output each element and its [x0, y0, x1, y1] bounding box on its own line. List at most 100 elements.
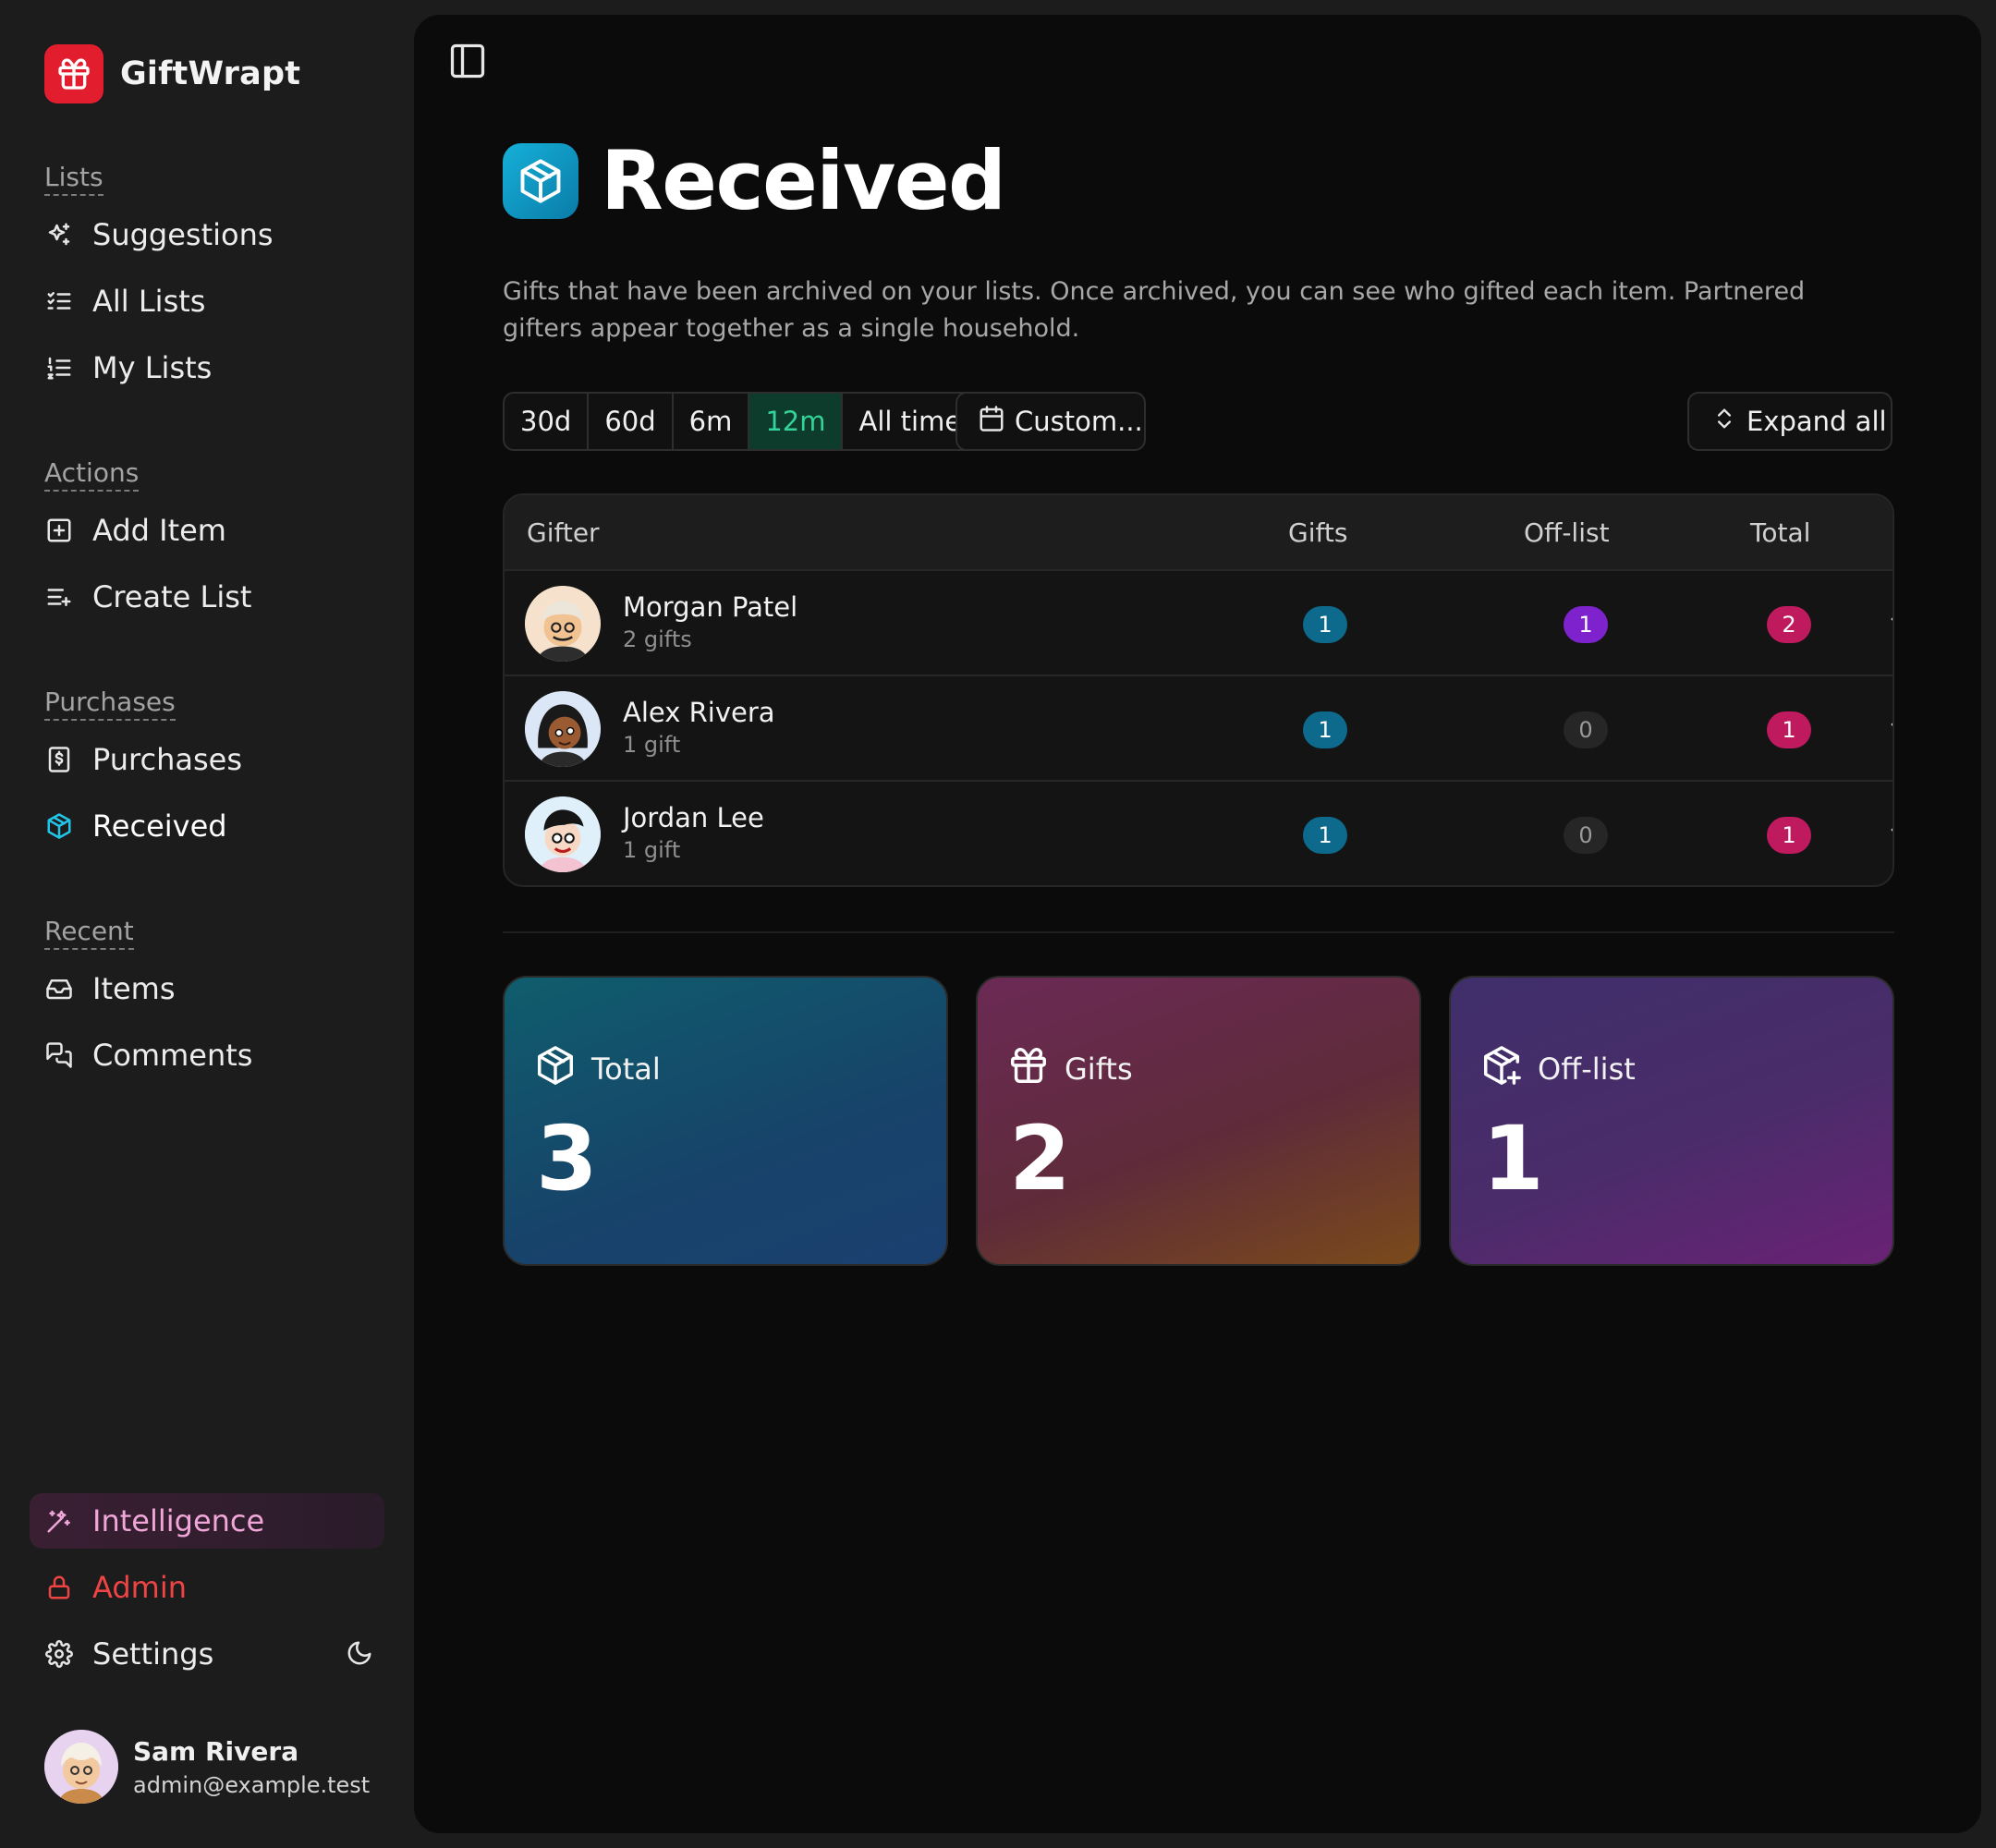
range-60d-button[interactable]: 60d — [589, 394, 674, 449]
section-label-lists: Lists — [44, 163, 103, 196]
avatar — [525, 691, 601, 767]
sidebar-item-add-item[interactable]: Add Item — [30, 503, 384, 558]
stat-value: 3 — [536, 1107, 598, 1210]
expand-all-button[interactable]: Expand all — [1687, 392, 1893, 451]
stat-value: 1 — [1482, 1107, 1544, 1210]
column-header-offlist: Off-list — [1524, 517, 1610, 548]
avatar — [44, 1730, 118, 1804]
sidebar: GiftWrapt Lists Suggestions All Lists My… — [0, 0, 414, 1848]
gift-logo-icon — [44, 44, 103, 103]
offlist-badge: 0 — [1564, 711, 1608, 748]
sidebar-item-all-lists[interactable]: All Lists — [30, 274, 384, 329]
offlist-badge: 1 — [1564, 606, 1608, 643]
table-row[interactable]: Alex Rivera 1 gift 1 0 1 — [505, 676, 1893, 782]
expand-all-label: Expand all — [1746, 406, 1887, 437]
package-open-icon — [503, 142, 578, 219]
user-email: admin@example.test — [133, 1771, 371, 1798]
sidebar-item-label: Received — [92, 808, 227, 844]
chevron-down-icon[interactable] — [1885, 608, 1893, 638]
table-row[interactable]: Morgan Patel 2 gifts 1 1 2 — [505, 571, 1893, 676]
receipt-icon — [44, 745, 74, 774]
lock-icon — [44, 1573, 74, 1602]
sidebar-item-suggestions[interactable]: Suggestions — [30, 207, 384, 262]
section-label-purchases: Purchases — [44, 687, 176, 721]
sidebar-item-label: My Lists — [92, 350, 213, 385]
stat-label: Total — [591, 1052, 661, 1087]
table-row[interactable]: Jordan Lee 1 gift 1 0 1 — [505, 782, 1893, 885]
list-ordered-icon — [44, 353, 74, 383]
page-description: Gifts that have been archived on your li… — [503, 277, 1806, 343]
gifter-gift-count: 1 gift — [623, 837, 681, 863]
sidebar-item-purchases[interactable]: Purchases — [30, 732, 384, 787]
wand-icon — [44, 1506, 74, 1536]
user-profile[interactable]: Sam Rivera admin@example.test — [44, 1730, 370, 1804]
stat-label: Gifts — [1065, 1052, 1133, 1087]
sidebar-item-admin[interactable]: Admin — [30, 1560, 384, 1615]
user-name: Sam Rivera — [133, 1735, 299, 1767]
sidebar-item-label: Items — [92, 971, 176, 1006]
package-plus-icon — [1480, 1044, 1523, 1094]
gifters-table: Gifter Gifts Off-list Total Morgan Patel… — [503, 493, 1894, 887]
sidebar-item-label: Intelligence — [92, 1503, 265, 1538]
gifter-gift-count: 1 gift — [623, 732, 681, 758]
sidebar-item-received[interactable]: Received — [30, 798, 384, 854]
column-header-total: Total — [1750, 517, 1811, 548]
range-12m-button[interactable]: 12m — [749, 394, 844, 449]
gifts-badge: 1 — [1303, 711, 1347, 748]
stat-card-offlist: Off-list 1 — [1449, 976, 1894, 1266]
stat-label: Off-list — [1538, 1052, 1636, 1087]
column-header-gifts: Gifts — [1288, 517, 1348, 548]
chevrons-up-down-icon — [1711, 406, 1737, 438]
gifter-gift-count: 2 gifts — [623, 626, 692, 652]
plus-square-icon — [44, 516, 74, 545]
chevron-down-icon[interactable] — [1885, 713, 1893, 743]
table-header: Gifter Gifts Off-list Total — [505, 495, 1893, 571]
gifter-name: Alex Rivera — [623, 697, 775, 728]
brand[interactable]: GiftWrapt — [44, 44, 300, 103]
custom-range-button[interactable]: Custom... — [955, 392, 1146, 451]
sidebar-item-my-lists[interactable]: My Lists — [30, 340, 384, 395]
package-open-icon — [534, 1044, 577, 1094]
page-title: Received — [601, 133, 1006, 228]
range-30d-button[interactable]: 30d — [505, 394, 590, 449]
gifter-name: Jordan Lee — [623, 802, 764, 833]
avatar — [525, 586, 601, 662]
chevron-down-icon[interactable] — [1885, 819, 1893, 848]
sidebar-item-label: Purchases — [92, 742, 242, 777]
list-checks-icon — [44, 286, 74, 316]
range-6m-button[interactable]: 6m — [674, 394, 750, 449]
sidebar-toggle-icon[interactable] — [447, 41, 488, 81]
offlist-badge: 0 — [1564, 817, 1608, 854]
stat-card-gifts: Gifts 2 — [976, 976, 1421, 1266]
total-badge: 2 — [1767, 606, 1811, 643]
app-name: GiftWrapt — [120, 55, 301, 92]
sidebar-item-settings[interactable]: Settings — [30, 1626, 384, 1682]
package-open-icon — [44, 811, 74, 841]
sidebar-item-label: Settings — [92, 1636, 214, 1672]
main-panel: Received Gifts that have been archived o… — [414, 15, 1981, 1833]
divider — [503, 931, 1894, 933]
stat-value: 2 — [1009, 1107, 1071, 1210]
sidebar-item-label: Comments — [92, 1038, 253, 1073]
section-label-actions: Actions — [44, 458, 140, 492]
sidebar-item-comments[interactable]: Comments — [30, 1027, 384, 1083]
sidebar-item-create-list[interactable]: Create List — [30, 569, 384, 625]
sidebar-item-intelligence[interactable]: Intelligence — [30, 1493, 384, 1549]
gear-icon — [44, 1639, 74, 1669]
inbox-icon — [44, 974, 74, 1003]
section-label-recent: Recent — [44, 917, 134, 950]
list-plus-icon — [44, 582, 74, 612]
column-header-gifter: Gifter — [527, 517, 600, 548]
gifter-name: Morgan Patel — [623, 591, 798, 623]
gifts-badge: 1 — [1303, 817, 1347, 854]
gifts-badge: 1 — [1303, 606, 1347, 643]
custom-range-label: Custom... — [1015, 406, 1143, 437]
total-badge: 1 — [1767, 711, 1811, 748]
calendar-icon — [978, 405, 1005, 439]
sidebar-item-items[interactable]: Items — [30, 961, 384, 1016]
total-badge: 1 — [1767, 817, 1811, 854]
date-range-segmented-control: 30d 60d 6m 12m All time — [503, 392, 980, 451]
theme-toggle-moon-icon[interactable] — [346, 1639, 373, 1674]
messages-icon — [44, 1040, 74, 1070]
avatar — [525, 796, 601, 872]
